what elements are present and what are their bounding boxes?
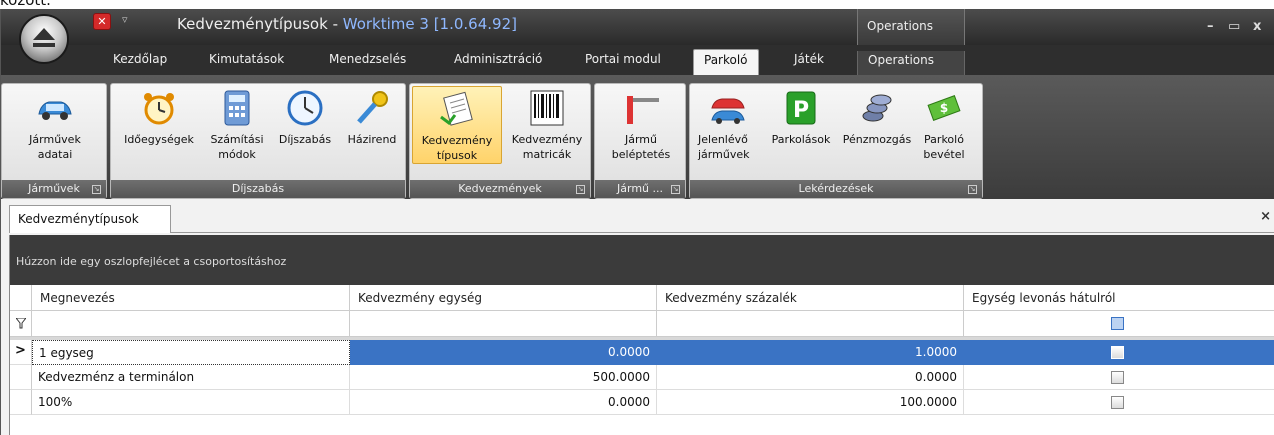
cell-megnevezes[interactable]: Kedvezménz a terminálon: [32, 365, 350, 390]
maximize-button[interactable]: ▭: [1228, 19, 1240, 34]
checkbox[interactable]: [1111, 396, 1124, 409]
szamitasi-modok-button[interactable]: Számítási módok: [205, 86, 269, 164]
filter-cell-megnevezes[interactable]: [32, 311, 350, 337]
column-header-egyseg-levonas[interactable]: Egység levonás hátulról: [964, 285, 1274, 311]
cell-kedvezmeny-egyseg[interactable]: 500.0000: [350, 365, 657, 390]
app-window: ✕ ▿ Kedvezménytípusok - Worktime 3 [1.0.…: [0, 9, 1274, 435]
ribbon-group-kedvezmenyek: Kedvezmény típusok Kedvezmény matricák K…: [409, 83, 591, 199]
close-button[interactable]: x: [1253, 19, 1261, 34]
column-header-kedvezmeny-egyseg[interactable]: Kedvezmény egység: [350, 285, 657, 311]
column-header-megnevezes[interactable]: Megnevezés: [32, 285, 350, 311]
car-icon: [38, 101, 72, 120]
cell-egyseg-levonas[interactable]: [964, 340, 1274, 365]
group-launcher-jarmu[interactable]: ↘: [671, 185, 680, 194]
svg-text:$: $: [940, 101, 948, 115]
tab-operations[interactable]: Operations: [857, 51, 965, 75]
idoegysegek-button[interactable]: Időegységek: [115, 86, 203, 164]
ribbon-group-jarmu: Jármű beléptetés Jármű ... ↘: [594, 83, 686, 199]
funnel-icon: [16, 318, 26, 329]
calculator-icon: [224, 90, 250, 126]
jarmuvek-adatai-button[interactable]: Járművek adatai: [10, 86, 100, 164]
checkbox[interactable]: [1111, 346, 1124, 359]
tab-adminisztracio[interactable]: Adminisztráció: [454, 52, 542, 66]
group-label-dijszabas: Díjszabás: [111, 180, 405, 198]
eject-icon: [33, 28, 55, 40]
ribbon-tab-row: Kezdőlap Kimutatások Menedzselés Adminis…: [1, 45, 1274, 75]
group-label-lekerdezesek: Lekérdezések: [690, 180, 982, 198]
cell-kedvezmeny-szazalek[interactable]: 0.0000: [657, 365, 964, 390]
table-row[interactable]: Kedvezménz a terminálon 500.0000 0.0000: [10, 365, 1274, 390]
svg-text:P: P: [793, 98, 809, 123]
tab-kezdolap[interactable]: Kezdőlap: [113, 52, 167, 66]
row-indicator: [10, 390, 32, 415]
data-grid: Húzzon ide egy oszlopfejlécet a csoporto…: [9, 235, 1274, 435]
clock-icon: [287, 90, 323, 126]
application-menu-button[interactable]: [19, 14, 69, 64]
filter-row-indicator: [10, 311, 32, 337]
cell-megnevezes[interactable]: 100%: [32, 390, 350, 415]
cell-kedvezmeny-szazalek[interactable]: 1.0000: [657, 340, 964, 365]
barrier-gate-icon: [627, 96, 659, 124]
group-by-panel[interactable]: Húzzon ide egy oszlopfejlécet a csoporto…: [10, 235, 1274, 285]
barcode-icon: [530, 90, 564, 126]
ribbon-group-jarmuvek: Járművek adatai Járművek ↘: [1, 83, 107, 199]
group-label-kedvezmenyek: Kedvezmények: [410, 180, 590, 198]
filter-cell-kedvezmeny-egyseg[interactable]: [350, 311, 657, 337]
document-tab-strip: Kedvezménytípusok ×: [9, 203, 1274, 233]
alarm-clock-icon: [144, 93, 174, 125]
table-row[interactable]: > 1 egyseg 0.0000 1.0000: [10, 340, 1274, 365]
discount-document-icon: [440, 91, 473, 126]
row-indicator: >: [10, 340, 32, 365]
money-icon: $: [927, 95, 961, 121]
document-close-icon[interactable]: ×: [1260, 209, 1271, 224]
group-launcher-lekerdezesek[interactable]: ↘: [968, 185, 977, 194]
quick-access-close-button[interactable]: ✕: [93, 13, 111, 30]
ribbon: Járművek adatai Járművek ↘ Időegységek ↘: [1, 75, 1274, 199]
title-bar: ✕ ▿ Kedvezménytípusok - Worktime 3 [1.0.…: [1, 9, 1274, 45]
context-tab-header: Operations: [857, 9, 965, 45]
dijszabas-button[interactable]: Díjszabás: [271, 86, 339, 164]
tab-portai-modul[interactable]: Portai modul: [585, 52, 661, 66]
row-indicator: [10, 365, 32, 390]
minimize-button[interactable]: –: [1207, 19, 1214, 34]
penzmozgas-button[interactable]: Pénzmozgás: [840, 86, 914, 164]
tab-menedzseles[interactable]: Menedzselés: [329, 52, 406, 66]
cell-egyseg-levonas[interactable]: [964, 390, 1274, 415]
group-label-jarmuvek: Járművek: [2, 180, 106, 198]
jelenlevo-jarmuvek-button[interactable]: Jelenlévő járművek: [692, 86, 764, 164]
ribbon-group-dijszabas: Időegységek ↘ Számítási módok Díjszabás: [110, 83, 406, 199]
top-text-fragment: között.: [0, 0, 1274, 9]
group-launcher-jarmuvek[interactable]: ↘: [92, 185, 101, 194]
cell-megnevezes[interactable]: 1 egyseg: [32, 340, 350, 365]
filter-checkbox[interactable]: [1111, 317, 1124, 330]
cars-icon: [711, 98, 745, 124]
hazirend-button[interactable]: Házirend: [341, 86, 403, 164]
tab-jatek[interactable]: Játék: [794, 52, 824, 66]
cell-egyseg-levonas[interactable]: [964, 365, 1274, 390]
cell-kedvezmeny-egyseg[interactable]: 0.0000: [350, 390, 657, 415]
parking-sign-icon: P: [786, 91, 816, 125]
filter-cell-kedvezmeny-szazalek[interactable]: [657, 311, 964, 337]
ribbon-group-lekerdezesek: Jelenlévő járművek P Parkolások Pénzmozg…: [689, 83, 983, 199]
table-row[interactable]: 100% 0.0000 100.0000: [10, 390, 1274, 415]
jarmu-beleptetes-button[interactable]: Jármű beléptetés: [599, 86, 683, 164]
header-corner: [10, 285, 32, 311]
parkolo-bevetel-button[interactable]: $ Parkoló bevétel: [916, 86, 972, 164]
group-launcher-kedvezmenyek[interactable]: ↘: [576, 185, 585, 194]
column-header-kedvezmeny-szazalek[interactable]: Kedvezmény százalék: [657, 285, 964, 311]
quick-access-menu-icon[interactable]: ▿: [122, 13, 128, 26]
cell-kedvezmeny-egyseg[interactable]: 0.0000: [350, 340, 657, 365]
key-icon: [357, 91, 388, 124]
kedvezmeny-matricak-button[interactable]: Kedvezmény matricák: [504, 86, 590, 164]
kedvezmeny-tipusok-button[interactable]: Kedvezmény típusok: [412, 86, 502, 164]
filter-cell-egyseg-levonas[interactable]: [964, 311, 1274, 337]
window-title: Kedvezménytípusok - Worktime 3 [1.0.64.9…: [177, 15, 517, 33]
cell-kedvezmeny-szazalek[interactable]: 100.0000: [657, 390, 964, 415]
tab-parkolo[interactable]: Parkoló: [693, 49, 759, 75]
document-tab-kedvezmenytipusok[interactable]: Kedvezménytípusok: [9, 205, 171, 233]
parkolasok-button[interactable]: P Parkolások: [764, 86, 838, 164]
tab-kimutatasok[interactable]: Kimutatások: [209, 52, 284, 66]
coins-icon: [862, 94, 892, 122]
checkbox[interactable]: [1111, 371, 1124, 384]
